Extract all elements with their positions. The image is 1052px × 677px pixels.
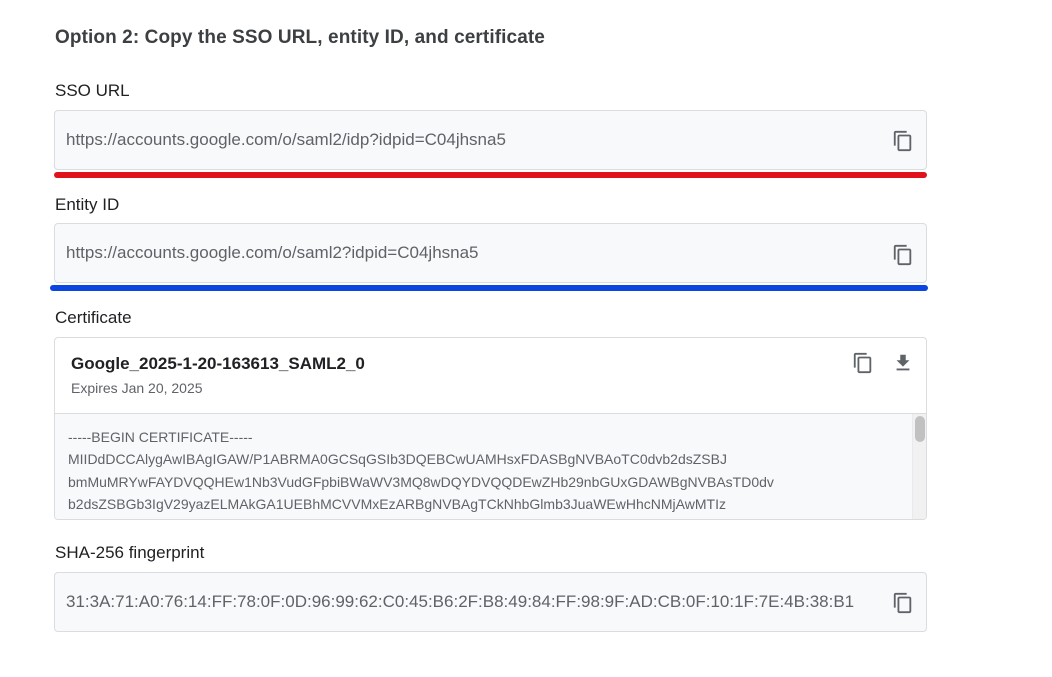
download-icon: [896, 354, 910, 371]
download-certificate-button[interactable]: [891, 351, 915, 375]
copy-icon: [893, 244, 912, 266]
sso-url-field[interactable]: https://accounts.google.com/o/saml2/idp?…: [54, 110, 927, 170]
copy-fingerprint-button[interactable]: [891, 591, 915, 615]
certificate-line: MIIDdDCCAlygAwIBAgIGAW/P1ABRMA0GCSqGSIb3…: [68, 451, 727, 467]
copy-icon: [893, 592, 912, 614]
certificate-line: b2dsZSBGb3IgV29yazELMAkGA1UEBhMCVVMxEzAR…: [68, 496, 726, 512]
certificate-card: Google_2025-1-20-163613_SAML2_0 Expires …: [54, 337, 927, 520]
entity-id-highlight: [50, 285, 928, 291]
copy-entity-id-button[interactable]: [891, 243, 915, 267]
certificate-scrollbar[interactable]: [912, 414, 926, 519]
entity-id-label: Entity ID: [55, 195, 120, 214]
copy-certificate-button[interactable]: [851, 351, 875, 375]
certificate-text-area[interactable]: -----BEGIN CERTIFICATE----- MIIDdDCCAlyg…: [55, 413, 926, 519]
sso-url-label: SSO URL: [55, 81, 130, 100]
sso-url-value[interactable]: https://accounts.google.com/o/saml2/idp?…: [66, 130, 506, 150]
certificate-expiry: Expires Jan 20, 2025: [71, 380, 203, 396]
scrollbar-thumb[interactable]: [915, 416, 925, 442]
fingerprint-value[interactable]: 31:3A:71:A0:76:14:FF:78:0F:0D:96:99:62:C…: [66, 592, 854, 612]
fingerprint-field[interactable]: 31:3A:71:A0:76:14:FF:78:0F:0D:96:99:62:C…: [54, 572, 927, 632]
copy-sso-url-button[interactable]: [891, 129, 915, 153]
copy-icon: [893, 130, 912, 152]
certificate-name: Google_2025-1-20-163613_SAML2_0: [71, 354, 365, 373]
saml-settings-page: Option 2: Copy the SSO URL, entity ID, a…: [0, 0, 1052, 677]
entity-id-field[interactable]: https://accounts.google.com/o/saml2?idpi…: [54, 223, 927, 283]
copy-icon: [853, 352, 872, 374]
certificate-line: bmMuMRYwFAYDVQQHEw1Nb3VudGFpbiBWaWV3MQ8w…: [68, 474, 774, 490]
sso-url-highlight: [54, 172, 927, 178]
section-heading: Option 2: Copy the SSO URL, entity ID, a…: [55, 27, 545, 48]
certificate-label: Certificate: [55, 308, 132, 327]
fingerprint-label: SHA-256 fingerprint: [55, 543, 205, 562]
entity-id-value[interactable]: https://accounts.google.com/o/saml2?idpi…: [66, 243, 479, 263]
certificate-line: -----BEGIN CERTIFICATE-----: [68, 429, 253, 445]
